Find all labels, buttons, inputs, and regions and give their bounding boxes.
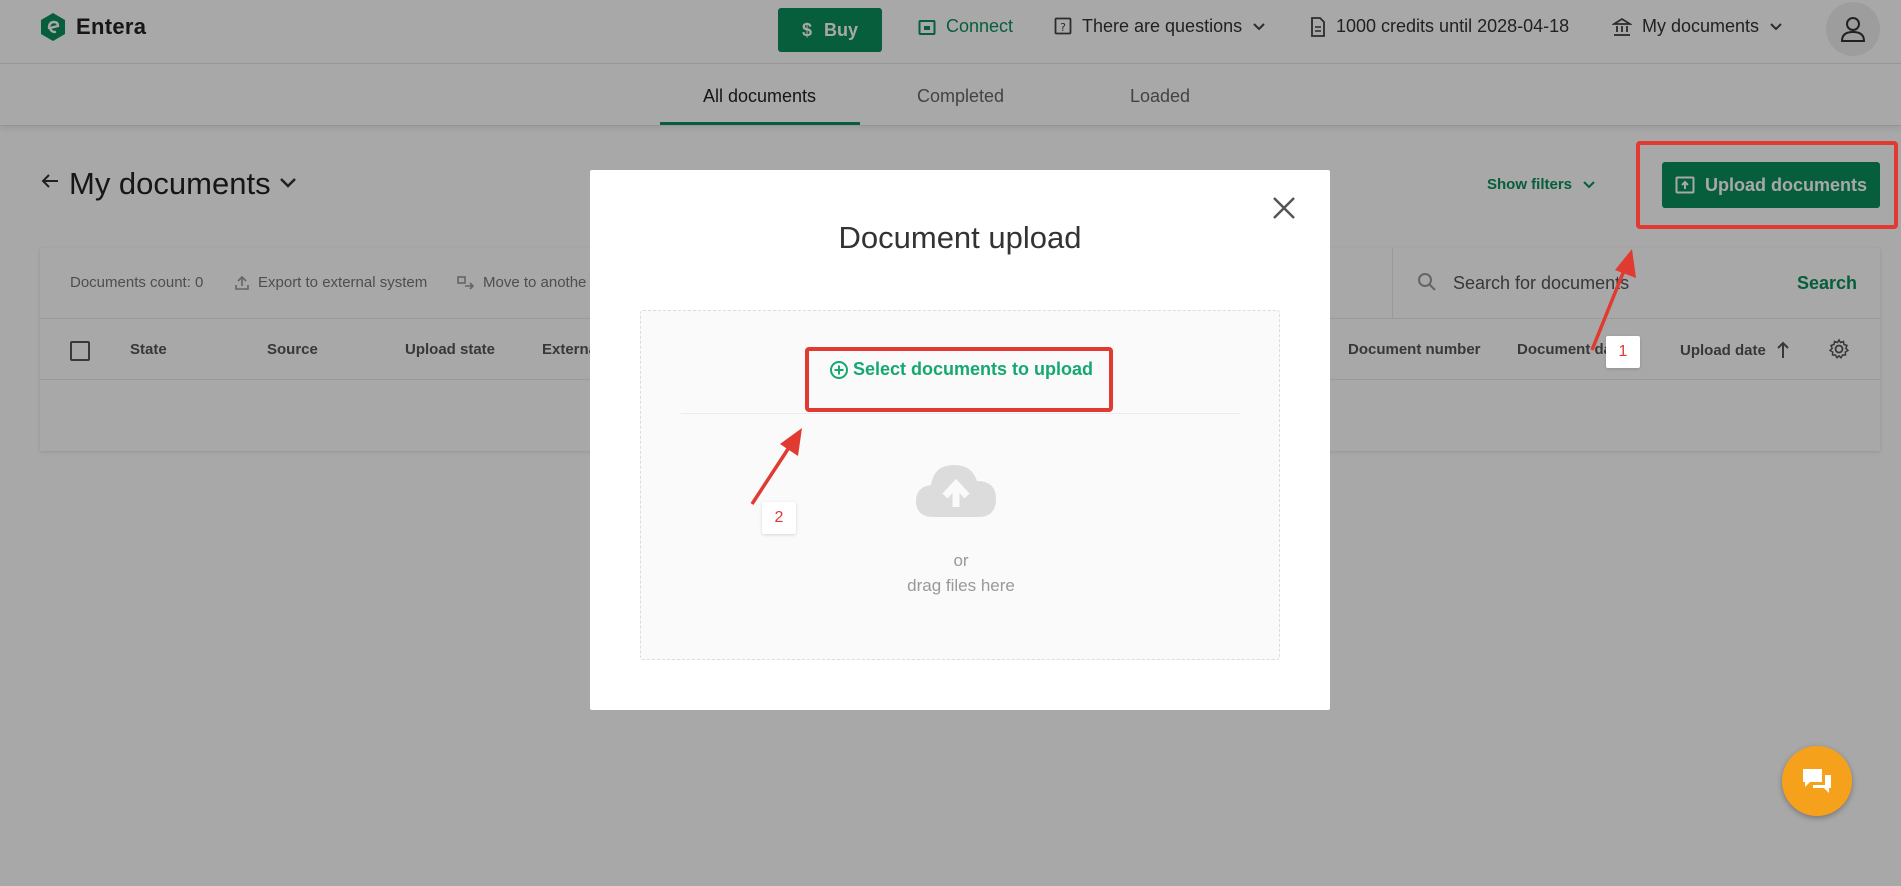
annotation-step-2: 2 <box>762 502 796 534</box>
annotation-step-1: 1 <box>1606 336 1640 368</box>
annotation-arrows <box>750 249 1636 505</box>
chat-icon <box>1803 769 1831 793</box>
annotation-arrow-2 <box>750 428 802 505</box>
annotation-arrow-1 <box>1590 249 1636 351</box>
support-chat-button[interactable] <box>1782 746 1852 816</box>
